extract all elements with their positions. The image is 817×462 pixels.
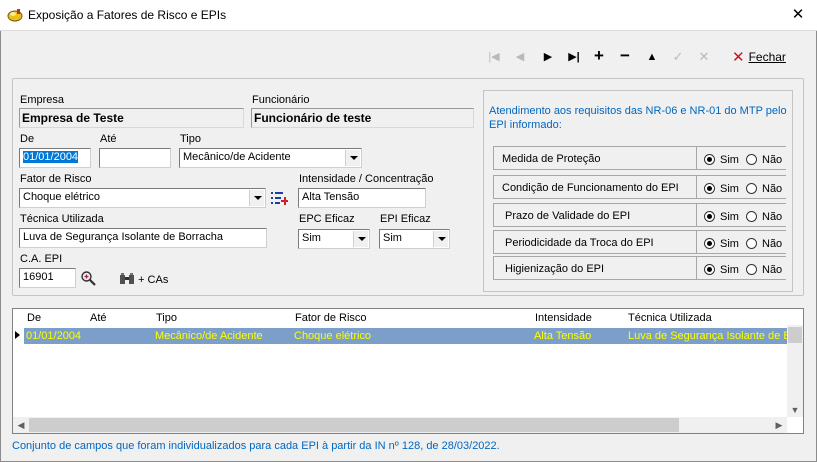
binoculars-icon <box>120 273 134 284</box>
epi-eficaz-select[interactable]: Sim <box>379 229 450 249</box>
ate-date-input[interactable] <box>99 148 171 168</box>
req-divider <box>696 256 697 280</box>
scroll-down-icon[interactable]: ▼ <box>787 402 803 418</box>
chevron-down-icon[interactable] <box>353 231 368 247</box>
radio-higienizacao-sim-label: Sim <box>720 264 739 276</box>
column-header-ate[interactable]: Até <box>90 312 107 324</box>
close-icon: ✕ <box>732 49 745 66</box>
fator-risco-select[interactable]: Choque elétrico <box>19 188 266 208</box>
move-up-button[interactable]: ▲ <box>643 48 661 66</box>
nav-prev-button[interactable]: ◀ <box>511 48 529 66</box>
empresa-field: Empresa de Teste <box>19 108 244 128</box>
scroll-right-icon[interactable]: ▶ <box>771 417 787 433</box>
cancel-edit-button[interactable]: ✕ <box>695 48 713 66</box>
fechar-label: Fechar <box>748 50 786 64</box>
radio-higienizacao-sim[interactable] <box>704 264 715 275</box>
intensidade-input[interactable]: Alta Tensão <box>298 188 426 208</box>
radio-prazo-nao-label: Não <box>762 211 783 223</box>
req-label-prazo: Prazo de Validade do EPI <box>505 210 631 222</box>
cell-tecnica[interactable]: Luva de Segurança Isolante de Borracha <box>628 330 787 342</box>
column-header-fator[interactable]: Fator de Risco <box>295 312 367 324</box>
nav-first-button[interactable]: |◀ <box>485 48 503 66</box>
window-title: Exposição a Fatores de Risco e EPIs <box>28 8 227 22</box>
funcionario-field: Funcionário de teste <box>251 108 474 128</box>
tecnica-input[interactable]: Luva de Segurança Isolante de Borracha <box>19 228 267 248</box>
req-label-condicao: Condição de Funcionamento do EPI <box>502 182 679 194</box>
radio-medida-sim[interactable] <box>704 154 715 165</box>
column-header-tipo[interactable]: Tipo <box>156 312 177 324</box>
req-label-medida: Medida de Proteção <box>502 153 601 165</box>
column-header-tecnica[interactable]: Técnica Utilizada <box>628 312 712 324</box>
column-header-intensidade[interactable]: Intensidade <box>535 312 592 324</box>
row-indicator-icon <box>15 331 20 339</box>
ate-label: Até <box>100 133 117 145</box>
fator-label: Fator de Risco <box>20 173 92 185</box>
chevron-down-icon[interactable] <box>249 190 264 206</box>
req-divider <box>696 203 697 227</box>
de-date-input[interactable]: 01/01/2004 <box>19 148 91 168</box>
chevron-down-icon[interactable] <box>345 150 360 166</box>
remove-record-button[interactable]: − <box>616 47 634 65</box>
cell-fator[interactable]: Choque elétrico <box>294 330 371 342</box>
add-record-button[interactable]: + <box>590 47 608 65</box>
radio-higienizacao-nao[interactable] <box>746 264 757 275</box>
req-divider <box>696 230 697 254</box>
confirm-button[interactable]: ✓ <box>669 48 687 66</box>
radio-condicao-nao-label: Não <box>762 183 783 195</box>
add-cas-button[interactable]: + CAs <box>119 272 168 288</box>
magnifier-icon[interactable] <box>80 270 96 286</box>
radio-periodicidade-nao[interactable] <box>746 238 757 249</box>
tipo-label: Tipo <box>180 133 201 145</box>
req-label-higienizacao: Higienização do EPI <box>505 263 605 275</box>
scroll-left-icon[interactable]: ◀ <box>13 417 29 433</box>
req-divider <box>696 175 697 199</box>
app-icon <box>7 9 23 22</box>
req-label-periodicidade: Periodicidade da Troca do EPI <box>505 237 654 249</box>
radio-periodicidade-sim[interactable] <box>704 238 715 249</box>
de-date-value: 01/01/2004 <box>23 151 79 163</box>
req-divider <box>696 146 697 170</box>
tipo-select[interactable]: Mecânico/de Acidente <box>179 148 362 168</box>
requirements-title: Atendimento aos requisitos das NR-06 e N… <box>489 105 787 131</box>
nav-next-button[interactable]: ▶ <box>539 48 557 66</box>
footnote: Conjunto de campos que foram individuali… <box>12 440 500 452</box>
vertical-scroll-thumb[interactable] <box>788 327 802 343</box>
fechar-button[interactable]: ✕ Fechar <box>732 48 786 66</box>
chevron-down-icon[interactable] <box>433 231 448 247</box>
radio-condicao-nao[interactable] <box>746 183 757 194</box>
column-header-de[interactable]: De <box>27 312 41 324</box>
radio-prazo-sim-label: Sim <box>720 211 739 223</box>
horizontal-scroll-thumb[interactable] <box>29 418 679 432</box>
epc-eficaz-label: EPC Eficaz <box>299 213 355 225</box>
ca-epi-input[interactable]: 16901 <box>19 268 76 288</box>
funcionario-label: Funcionário <box>252 94 310 106</box>
nav-last-button[interactable]: ▶| <box>565 48 583 66</box>
cell-tipo[interactable]: Mecânico/de Acidente <box>155 330 263 342</box>
radio-medida-nao-label: Não <box>762 154 783 166</box>
add-cas-label: + CAs <box>138 274 169 286</box>
records-grid[interactable] <box>12 308 804 434</box>
de-label: De <box>20 133 35 145</box>
fator-value: Choque elétrico <box>23 191 101 203</box>
tipo-value: Mecânico/de Acidente <box>183 151 291 163</box>
radio-condicao-sim-label: Sim <box>720 183 739 195</box>
radio-prazo-nao[interactable] <box>746 211 757 222</box>
ca-epi-label: C.A. EPI <box>20 253 63 265</box>
tecnica-label: Técnica Utilizada <box>20 213 104 225</box>
radio-periodicidade-sim-label: Sim <box>720 238 739 250</box>
radio-condicao-sim[interactable] <box>704 183 715 194</box>
intensidade-label: Intensidade / Concentração <box>299 173 434 185</box>
cell-de[interactable]: 01/01/2004 <box>26 330 81 342</box>
radio-periodicidade-nao-label: Não <box>762 238 783 250</box>
epc-eficaz-select[interactable]: Sim <box>298 229 370 249</box>
epi-eficaz-label: EPI Eficaz <box>380 213 431 225</box>
radio-medida-sim-label: Sim <box>720 154 739 166</box>
list-add-icon[interactable] <box>270 190 288 206</box>
cell-intensidade[interactable]: Alta Tensão <box>534 330 591 342</box>
radio-higienizacao-nao-label: Não <box>762 264 783 276</box>
window-close-button[interactable]: ✕ <box>786 5 810 25</box>
radio-prazo-sim[interactable] <box>704 211 715 222</box>
empresa-label: Empresa <box>20 94 65 106</box>
radio-medida-nao[interactable] <box>746 154 757 165</box>
